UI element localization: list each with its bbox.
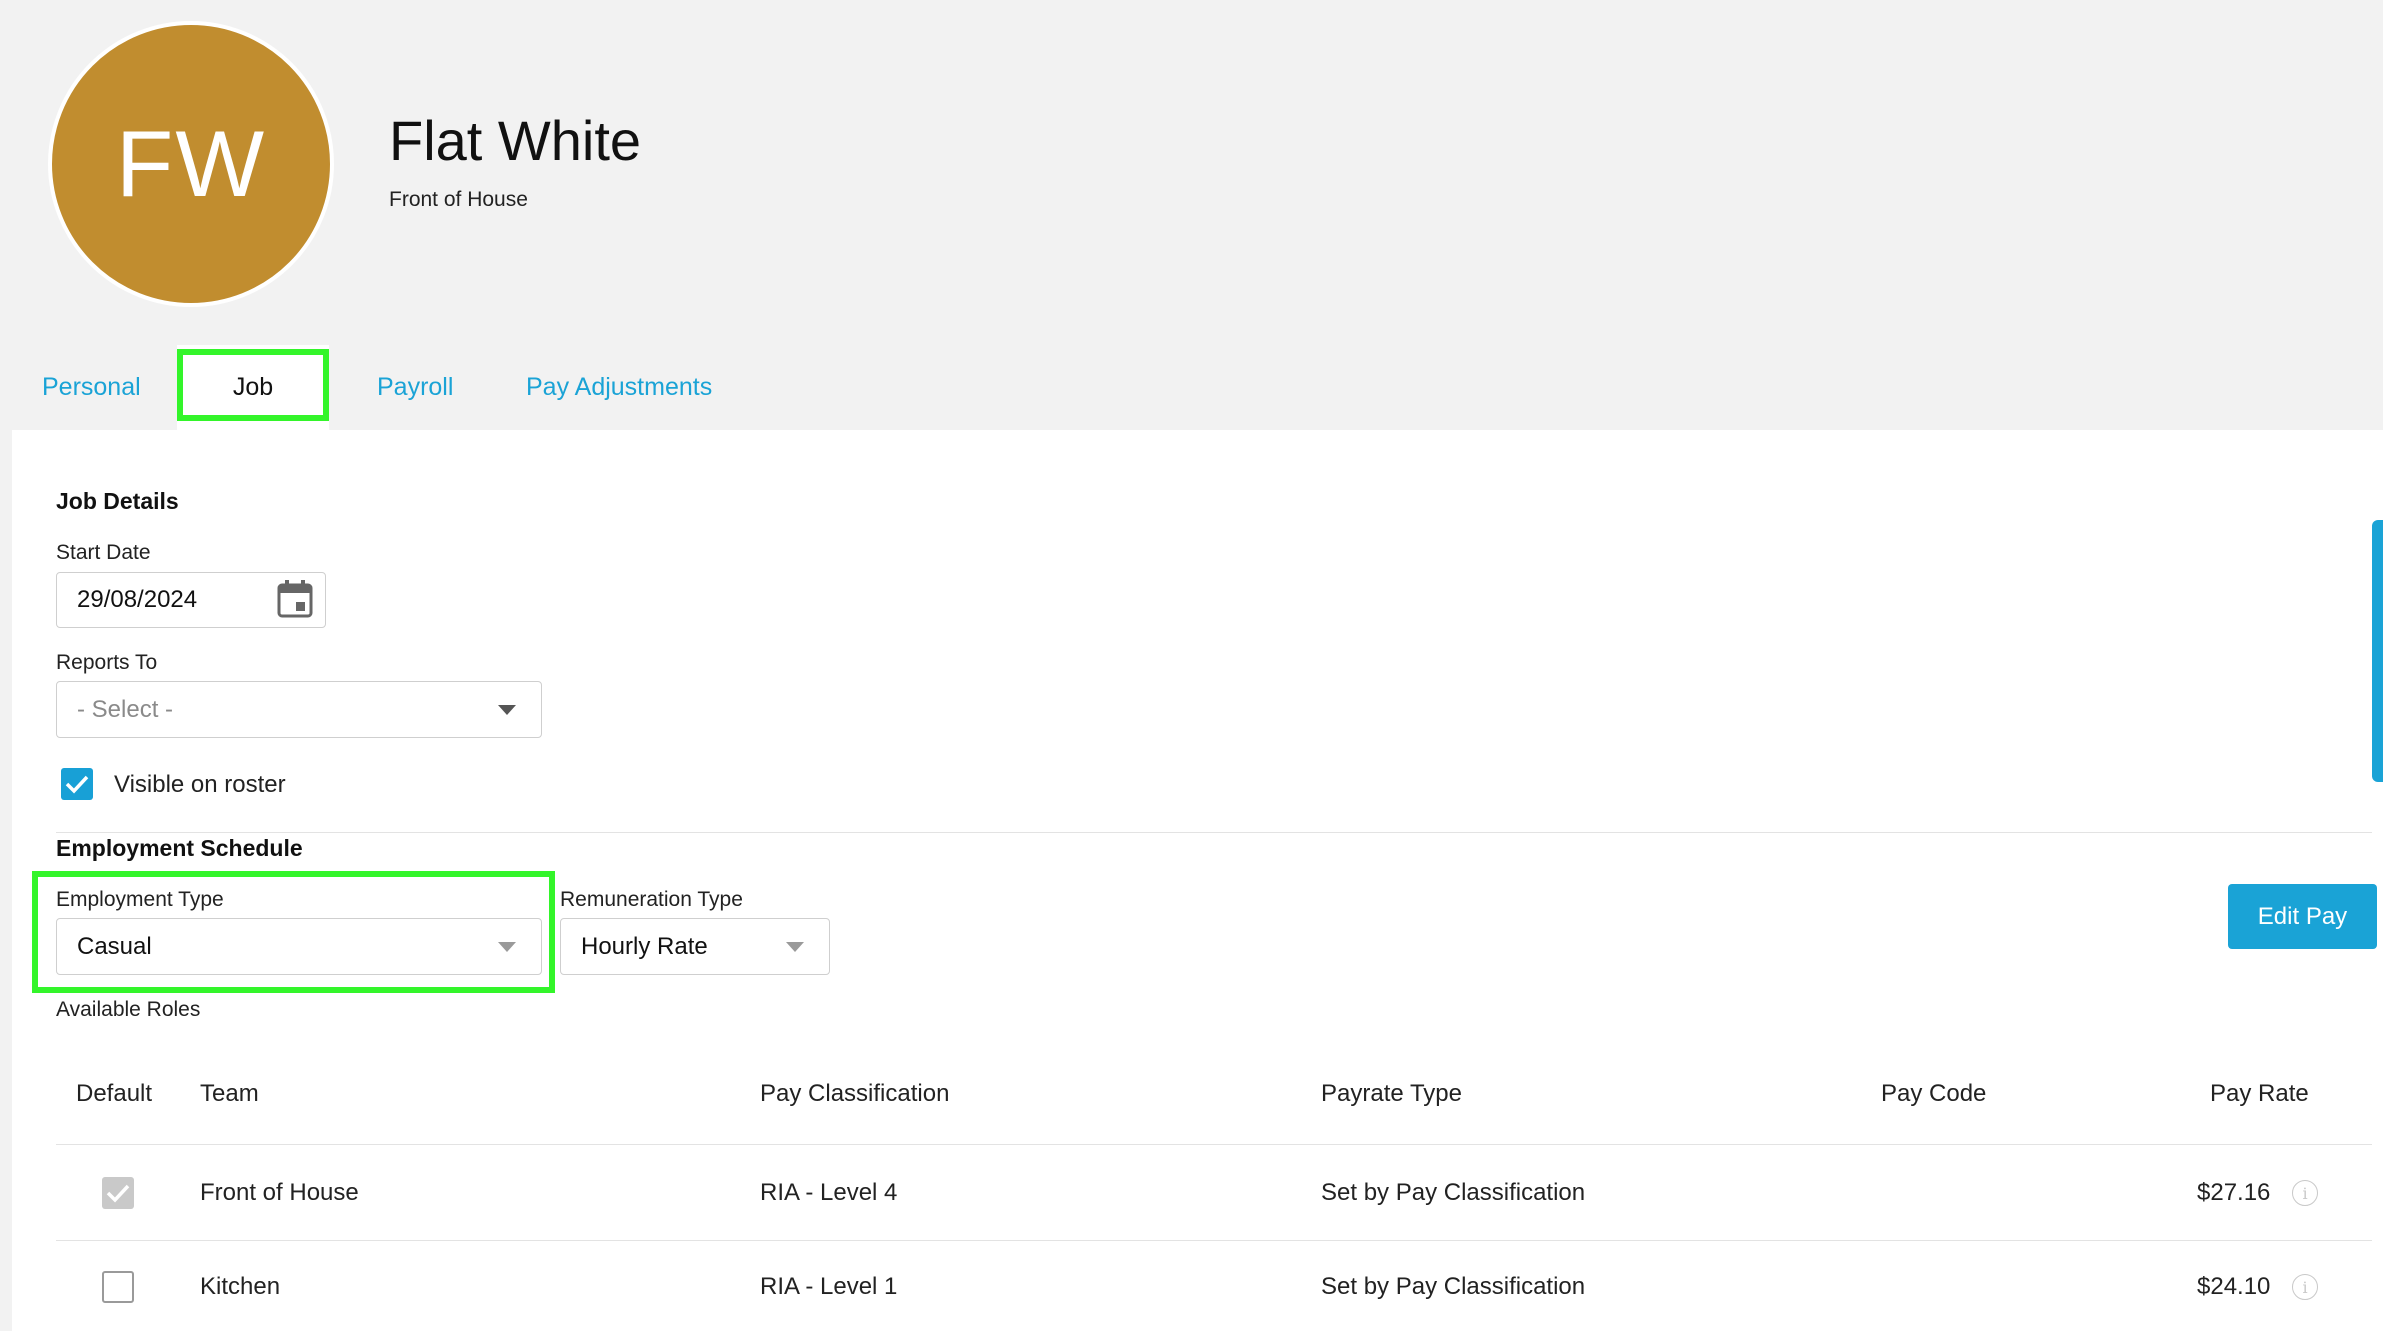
employment-schedule-title: Employment Schedule xyxy=(56,835,303,861)
remuneration-type-value: Hourly Rate xyxy=(581,932,708,960)
employment-type-select[interactable]: Casual xyxy=(56,918,542,975)
table-header-divider xyxy=(56,1144,2372,1145)
row2-pay-classification: RIA - Level 1 xyxy=(760,1273,898,1300)
chevron-down-icon xyxy=(498,942,516,952)
employee-team: Front of House xyxy=(389,188,528,211)
section-divider xyxy=(56,832,2372,833)
employee-name: Flat White xyxy=(389,109,642,172)
profile-header: FW Flat White Front of House xyxy=(0,0,2383,345)
visible-on-roster-label: Visible on roster xyxy=(114,771,286,798)
row1-payrate-type: Set by Pay Classification xyxy=(1321,1179,1586,1206)
employment-type-value: Casual xyxy=(77,932,152,960)
row2-pay-rate: $24.10 xyxy=(2197,1273,2271,1300)
edit-pay-button[interactable]: Edit Pay xyxy=(2228,884,2377,949)
tab-payroll[interactable]: Payroll xyxy=(377,345,453,430)
header-payrate-type: Payrate Type xyxy=(1321,1080,1462,1107)
default-checkbox[interactable] xyxy=(102,1271,134,1303)
employment-type-label: Employment Type xyxy=(56,888,224,911)
available-roles-label: Available Roles xyxy=(56,998,201,1021)
header-pay-classification: Pay Classification xyxy=(760,1080,950,1107)
start-date-label: Start Date xyxy=(56,541,151,564)
chevron-down-icon xyxy=(498,705,516,715)
chevron-down-icon xyxy=(786,942,804,952)
remuneration-type-label: Remuneration Type xyxy=(560,888,743,911)
header-team: Team xyxy=(200,1080,259,1107)
row2-payrate-type: Set by Pay Classification xyxy=(1321,1273,1586,1300)
tab-job[interactable]: Job xyxy=(177,345,329,430)
info-icon[interactable]: i xyxy=(2292,1274,2318,1300)
default-checkbox xyxy=(102,1177,134,1209)
header-pay-rate: Pay Rate xyxy=(2210,1080,2309,1107)
checkmark-icon xyxy=(65,775,89,794)
checkmark-icon xyxy=(106,1184,130,1203)
row2-team: Kitchen xyxy=(200,1273,281,1300)
job-panel xyxy=(12,430,2383,1331)
profile-tabs: Personal Job Payroll Pay Adjustments xyxy=(0,345,2383,430)
job-details-title: Job Details xyxy=(56,488,179,514)
row1-team: Front of House xyxy=(200,1179,359,1206)
reports-to-value: - Select - xyxy=(77,695,174,723)
calendar-icon[interactable] xyxy=(277,580,313,618)
header-pay-code: Pay Code xyxy=(1881,1080,1987,1107)
side-drawer-handle[interactable] xyxy=(2372,520,2383,782)
row1-pay-classification: RIA - Level 4 xyxy=(760,1179,898,1206)
start-date-value: 29/08/2024 xyxy=(77,586,198,613)
reports-to-select[interactable]: - Select - xyxy=(56,681,542,738)
tab-pay-adjustments[interactable]: Pay Adjustments xyxy=(526,345,712,430)
table-row-divider xyxy=(56,1240,2372,1241)
tab-personal[interactable]: Personal xyxy=(42,345,141,430)
avatar-initials: FW xyxy=(115,111,267,216)
reports-to-label: Reports To xyxy=(56,651,158,674)
info-icon[interactable]: i xyxy=(2292,1180,2318,1206)
avatar: FW xyxy=(48,21,334,307)
header-default: Default xyxy=(76,1080,153,1107)
row1-pay-rate: $27.16 xyxy=(2197,1179,2271,1206)
visible-on-roster-checkbox[interactable] xyxy=(61,768,93,800)
